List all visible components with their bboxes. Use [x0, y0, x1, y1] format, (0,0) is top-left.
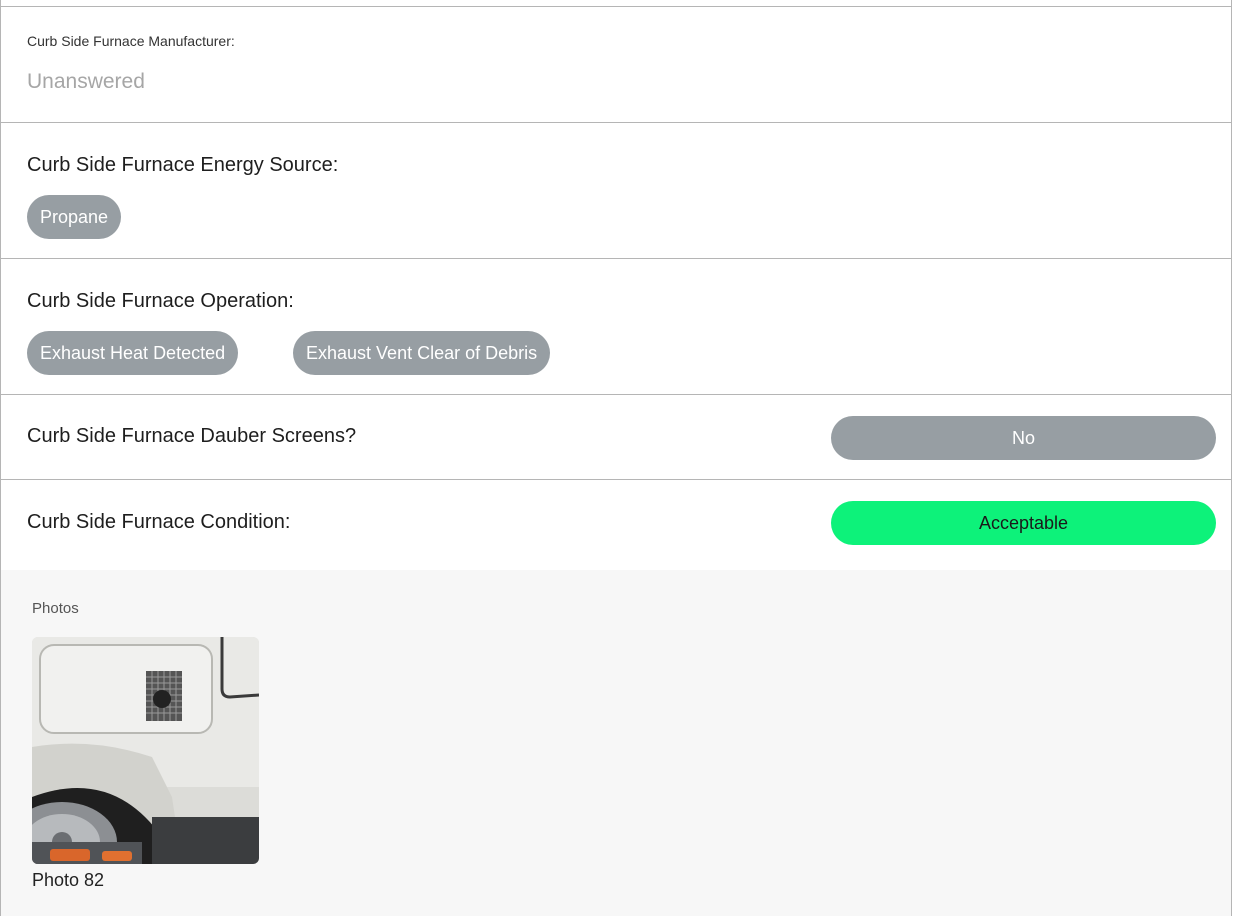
- condition-answer-button[interactable]: Acceptable: [831, 501, 1216, 545]
- photos-title: Photos: [32, 600, 79, 617]
- photo-image: [32, 637, 259, 864]
- energy-source-option-propane[interactable]: Propane: [27, 195, 122, 239]
- photos-section: Photos Photo 82: [1, 570, 1231, 916]
- energy-source-label: Curb Side Furnace Energy Source:: [27, 154, 339, 176]
- operation-label: Curb Side Furnace Operation:: [27, 290, 294, 312]
- photo-thumbnail[interactable]: [32, 637, 259, 864]
- photo-caption: Photo 82: [32, 870, 105, 890]
- manufacturer-label: Curb Side Furnace Manufacturer:: [27, 33, 235, 49]
- inspection-form: Curb Side Furnace Manufacturer: Unanswer…: [0, 0, 1232, 916]
- condition-section: Curb Side Furnace Condition: Acceptable: [1, 479, 1231, 570]
- operation-option-exhaust-heat[interactable]: Exhaust Heat Detected: [27, 331, 239, 375]
- operation-section: Curb Side Furnace Operation: Exhaust Hea…: [1, 258, 1231, 395]
- manufacturer-section: Curb Side Furnace Manufacturer: Unanswer…: [1, 6, 1231, 123]
- energy-source-section: Curb Side Furnace Energy Source: Propane: [1, 122, 1231, 259]
- condition-label: Curb Side Furnace Condition:: [27, 511, 291, 533]
- dauber-screens-answer-button[interactable]: No: [831, 416, 1216, 460]
- dauber-screens-label: Curb Side Furnace Dauber Screens?: [27, 425, 357, 447]
- manufacturer-value[interactable]: Unanswered: [27, 70, 145, 94]
- operation-option-exhaust-vent[interactable]: Exhaust Vent Clear of Debris: [293, 331, 551, 375]
- dauber-screens-section: Curb Side Furnace Dauber Screens? No: [1, 394, 1231, 480]
